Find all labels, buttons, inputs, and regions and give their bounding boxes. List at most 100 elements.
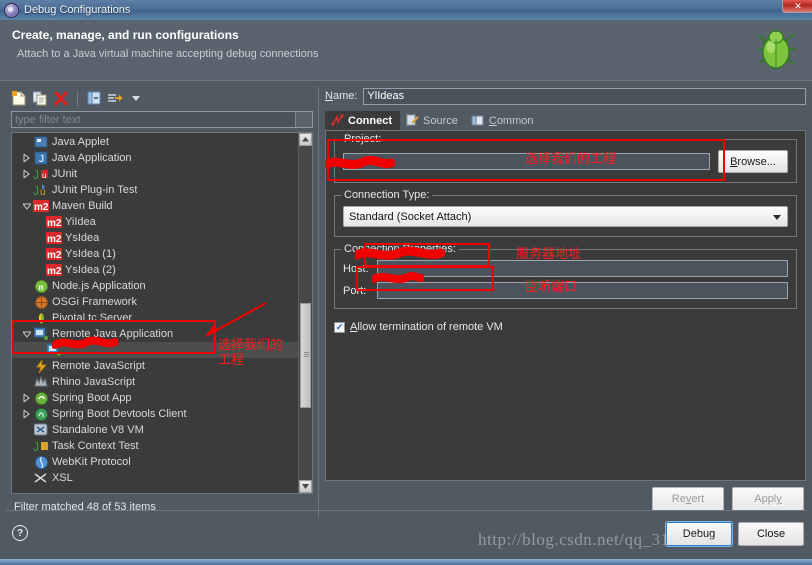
connection-type-group: Connection Type: Standard (Socket Attach…	[334, 189, 797, 237]
allow-termination-checkbox[interactable]: ✓	[334, 321, 345, 333]
configurations-pane: Java AppletJJava ApplicationJuJUnitJuJUn…	[6, 87, 319, 517]
tree-twisty-collapsed-icon[interactable]	[20, 166, 33, 182]
svg-text:m2: m2	[47, 218, 62, 228]
tree-item[interactable]	[12, 342, 299, 358]
tree-twisty-expanded-icon[interactable]	[20, 198, 33, 214]
tab-source[interactable]: Source	[400, 111, 466, 130]
name-input[interactable]	[363, 87, 806, 105]
junit-icon: Ju	[33, 166, 49, 182]
banner-title: Create, manage, and run configurations	[12, 28, 239, 42]
delete-launch-configuration-button[interactable]	[52, 89, 70, 107]
tree-item[interactable]: m2 YiIdea	[12, 214, 299, 230]
configuration-tabs: Connect Source Common	[325, 111, 806, 130]
tree-twisty-empty	[20, 294, 33, 310]
tree-item-label: Rhino JavaScript	[52, 376, 136, 388]
tree-item[interactable]: OSGi Framework	[12, 294, 299, 310]
rhino-icon	[33, 374, 49, 390]
tree-item[interactable]: n Node.js Application	[12, 278, 299, 294]
tree-item[interactable]: J Java Application	[12, 150, 299, 166]
tree-twisty-empty	[20, 310, 33, 326]
connect-tab-panel: Project: Browse... Connection Type: Stan…	[325, 130, 806, 481]
connection-properties-group-title: Connection Properties:	[341, 243, 459, 255]
host-label: Host:	[343, 262, 369, 275]
spring-boot-icon	[33, 390, 49, 406]
tree-item[interactable]: m2 Maven Build	[12, 198, 299, 214]
connection-type-select[interactable]: Standard (Socket Attach)	[343, 206, 788, 227]
close-window-button[interactable]: ✕	[782, 0, 812, 13]
tree-twisty-collapsed-icon[interactable]	[20, 150, 33, 166]
revert-button[interactable]: Revert	[652, 487, 724, 511]
tree-item[interactable]: m2 YsIdea (2)	[12, 262, 299, 278]
tree-item-label: JUnit Plug-in Test	[52, 184, 138, 196]
toolbar-separator	[77, 90, 78, 106]
tree-vertical-scrollbar[interactable]	[298, 133, 312, 493]
host-input[interactable]	[377, 260, 788, 277]
tree-item-label: Node.js Application	[52, 280, 146, 292]
tree-twisty-collapsed-icon[interactable]	[20, 390, 33, 406]
tree-item[interactable]: Remote JavaScript	[12, 358, 299, 374]
tab-connect[interactable]: Connect	[325, 111, 400, 130]
filter-clear-icon[interactable]	[295, 112, 312, 127]
remote-java-icon	[46, 342, 62, 358]
filter-input[interactable]	[12, 112, 295, 127]
view-menu-button[interactable]	[127, 89, 145, 107]
tree-twisty-collapsed-icon[interactable]	[20, 406, 33, 422]
tree-item-label: Task Context Test	[52, 440, 139, 452]
svg-text:J: J	[33, 184, 39, 197]
tree-item[interactable]: Standalone V8 VM	[12, 422, 299, 438]
new-launch-configuration-button[interactable]	[10, 89, 28, 107]
remote-js-icon	[33, 358, 49, 374]
tree-item[interactable]: WebKit Protocol	[12, 454, 299, 470]
tree-twisty-empty	[20, 374, 33, 390]
tree-item-label: Spring Boot App	[52, 392, 132, 404]
apply-button[interactable]: Apply	[732, 487, 804, 511]
port-input[interactable]	[377, 282, 788, 299]
tree-twisty-empty	[20, 438, 33, 454]
tree-item[interactable]: m2 YsIdea (1)	[12, 246, 299, 262]
project-input[interactable]	[343, 153, 710, 170]
debug-configurations-window: Debug Configurations ✕ Create, manage, a…	[0, 0, 812, 565]
scrollbar-thumb[interactable]	[300, 303, 311, 408]
tab-common[interactable]: Common	[466, 111, 542, 130]
tree-item-label: Java Application	[52, 152, 132, 164]
maven-icon: m2	[46, 230, 62, 246]
allow-termination-row[interactable]: ✓ Allow termination of remote VM	[334, 321, 797, 333]
tree-item[interactable]: Spring Boot Devtools Client	[12, 406, 299, 422]
configurations-tree-container[interactable]: Java Applet J Java Application Ju JUnit Ju JUn…	[11, 132, 313, 494]
chevron-down-icon	[132, 96, 140, 101]
duplicate-launch-configuration-button[interactable]	[31, 89, 49, 107]
scroll-up-button[interactable]	[299, 133, 312, 146]
tree-item[interactable]: Ju JUnit	[12, 166, 299, 182]
collapse-all-button[interactable]	[85, 89, 103, 107]
tree-item[interactable]: Ju JUnit Plug-in Test	[12, 182, 299, 198]
tree-item-label: Java Applet	[52, 136, 109, 148]
tree-item[interactable]: Rhino JavaScript	[12, 374, 299, 390]
tree-item[interactable]: Remote Java Application	[12, 326, 299, 342]
help-icon[interactable]: ?	[12, 525, 28, 541]
svg-text:u: u	[42, 171, 46, 180]
scroll-down-button[interactable]	[299, 480, 312, 493]
new-document-icon	[12, 90, 26, 105]
browse-button[interactable]: Browse...	[718, 150, 788, 173]
tree-item[interactable]: m2 YsIdea	[12, 230, 299, 246]
revert-apply-row: Revert Apply	[652, 487, 804, 511]
tree-item[interactable]: Spring Boot App	[12, 390, 299, 406]
close-button[interactable]: Close	[738, 522, 804, 546]
filter-launch-configurations-button[interactable]	[106, 89, 124, 107]
tree-item[interactable]: Pivotal tc Server	[12, 310, 299, 326]
configurations-tree[interactable]: Java Applet J Java Application Ju JUnit Ju JUn…	[12, 133, 299, 493]
window-controls[interactable]: ✕	[782, 0, 812, 13]
svg-text:J: J	[33, 168, 39, 181]
allow-termination-label: Allow termination of remote VM	[350, 321, 503, 333]
dialog-banner: Create, manage, and run configurations A…	[0, 20, 812, 81]
filter-text-container[interactable]	[11, 111, 313, 128]
tree-item[interactable]: XSL	[12, 470, 299, 486]
tree-item-label: YsIdea (1)	[65, 248, 116, 260]
svg-text:J: J	[39, 154, 44, 165]
tree-twisty-empty	[20, 358, 33, 374]
tree-item-label: Spring Boot Devtools Client	[52, 408, 187, 420]
tree-item[interactable]: Java Applet	[12, 134, 299, 150]
tree-twisty-expanded-icon[interactable]	[20, 326, 33, 342]
common-icon	[471, 114, 485, 128]
tree-item[interactable]: J Task Context Test	[12, 438, 299, 454]
